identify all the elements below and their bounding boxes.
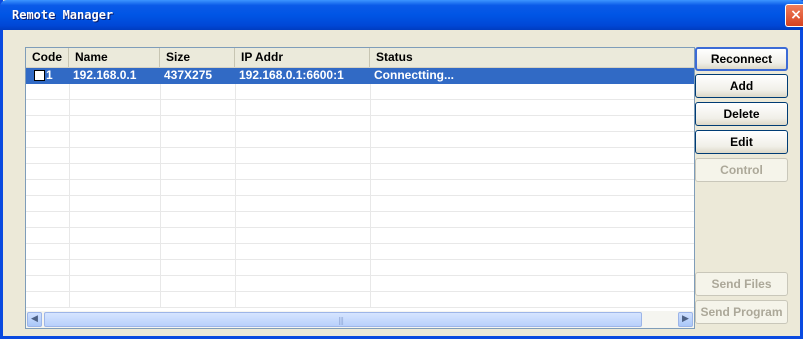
cell-name: 192.168.0.1 [73,68,137,82]
list-rows: 1 192.168.0.1 437X275 192.168.0.1:6600:1… [26,68,694,309]
empty-row [26,228,694,244]
column-header-status[interactable]: Status [370,48,694,67]
empty-row [26,84,694,100]
cell-code: 1 [46,68,53,82]
send-files-button[interactable]: Send Files [695,272,788,296]
delete-button[interactable]: Delete [695,102,788,126]
close-icon[interactable]: × [785,4,803,27]
remote-list[interactable]: Code Name Size IP Addr Status 1 192.168.… [25,47,695,329]
scroll-thumb[interactable]: ||| [44,312,642,327]
window-title: Remote Manager [12,8,114,22]
cell-status: Connectting... [374,68,454,82]
cell-ip-addr: 192.168.0.1:6600:1 [239,68,344,82]
reconnect-button[interactable]: Reconnect [695,47,788,71]
scroll-left-icon[interactable]: ◀ [27,312,42,327]
title-bar[interactable]: Remote Manager × [0,0,803,30]
remote-manager-window: Remote Manager × Code Name Size IP Addr … [0,0,803,339]
empty-row [26,196,694,212]
horizontal-scrollbar[interactable]: ◀ ||| ▶ [26,311,694,328]
empty-row [26,132,694,148]
column-header-code[interactable]: Code [26,48,69,67]
edit-button[interactable]: Edit [695,130,788,154]
column-header-ip-addr[interactable]: IP Addr [235,48,370,67]
empty-row [26,180,694,196]
empty-row [26,100,694,116]
list-header: Code Name Size IP Addr Status [26,48,694,68]
cell-size: 437X275 [164,68,213,82]
scroll-right-icon[interactable]: ▶ [678,312,693,327]
column-header-name[interactable]: Name [69,48,160,67]
empty-row [26,212,694,228]
empty-row [26,276,694,292]
add-button[interactable]: Add [695,74,788,98]
empty-row [26,148,694,164]
empty-row [26,260,694,276]
empty-row [26,292,694,308]
control-button[interactable]: Control [695,158,788,182]
grip-icon: ||| [338,316,344,325]
send-program-button[interactable]: Send Program [695,300,788,324]
column-header-size[interactable]: Size [160,48,235,67]
empty-row [26,164,694,180]
table-row[interactable]: 1 192.168.0.1 437X275 192.168.0.1:6600:1… [26,68,694,84]
empty-row [26,244,694,260]
empty-row [26,116,694,132]
